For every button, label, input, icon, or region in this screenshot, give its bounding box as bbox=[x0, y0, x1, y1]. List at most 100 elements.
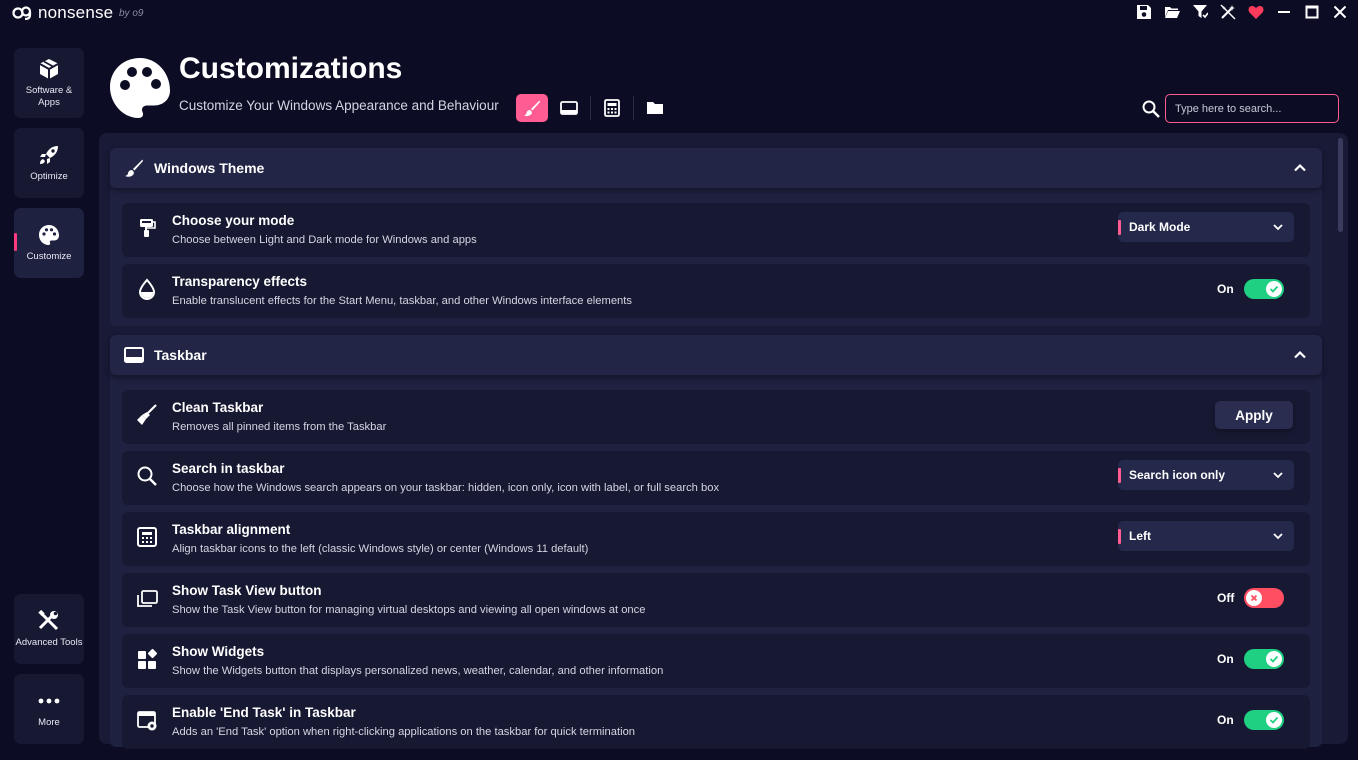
save-icon bbox=[1137, 5, 1151, 19]
setting-row-widgets: Show Widgets Show the Widgets button tha… bbox=[122, 634, 1310, 688]
open-button[interactable] bbox=[1158, 1, 1186, 23]
package-icon bbox=[39, 59, 59, 79]
setting-title: Show Task View button bbox=[172, 583, 322, 598]
section-title: Taskbar bbox=[154, 347, 207, 363]
end-task-toggle[interactable] bbox=[1244, 710, 1284, 730]
brush-icon bbox=[125, 159, 143, 177]
widgets-toggle[interactable] bbox=[1244, 649, 1284, 669]
search-mode-dropdown[interactable]: Search icon only bbox=[1118, 460, 1294, 490]
close-button[interactable] bbox=[1326, 1, 1354, 23]
nav-label: Advanced Tools bbox=[15, 637, 83, 648]
water-drop-icon bbox=[138, 278, 156, 300]
dropdown-accent bbox=[1118, 528, 1121, 544]
check-icon bbox=[1269, 655, 1279, 663]
donate-button[interactable] bbox=[1242, 1, 1270, 23]
page-title: Customizations bbox=[179, 52, 403, 85]
toggle-state-label: Off bbox=[1217, 591, 1235, 605]
toggle-state-label: On bbox=[1217, 652, 1234, 666]
toggle-knob bbox=[1266, 712, 1282, 728]
tab-start-menu[interactable] bbox=[596, 94, 628, 122]
tab-file-explorer[interactable] bbox=[639, 94, 671, 122]
setting-title: Taskbar alignment bbox=[172, 522, 291, 537]
setting-row-transparency: Transparency effects Enable translucent … bbox=[122, 264, 1310, 318]
nav-label: Software & Apps bbox=[25, 85, 73, 108]
alignment-dropdown[interactable]: Left bbox=[1118, 521, 1294, 551]
nav-label: Customize bbox=[26, 251, 72, 262]
minimize-icon bbox=[1278, 11, 1290, 13]
nav-customize[interactable]: Customize bbox=[14, 208, 84, 278]
nav-software-apps[interactable]: Software & Apps bbox=[14, 48, 84, 118]
nav-more[interactable]: More bbox=[14, 674, 84, 744]
setting-description: Adds an 'End Task' option when right-cli… bbox=[172, 726, 636, 738]
auto-fix-button[interactable] bbox=[1214, 1, 1242, 23]
section-header-windows-theme[interactable]: Windows Theme bbox=[110, 148, 1322, 188]
search-icon bbox=[1142, 100, 1160, 118]
setting-description: Align taskbar icons to the left (classic… bbox=[172, 543, 589, 555]
setting-description: Enable translucent effects for the Start… bbox=[172, 295, 632, 307]
x-icon bbox=[1250, 594, 1258, 602]
tab-separator bbox=[590, 96, 591, 120]
setting-description: Choose between Light and Dark mode for W… bbox=[172, 234, 477, 246]
titlebar-actions bbox=[1130, 0, 1354, 24]
nav-optimize[interactable]: Optimize bbox=[14, 128, 84, 198]
setting-title: Show Widgets bbox=[172, 644, 265, 659]
app-author: by o9 bbox=[119, 8, 144, 19]
section-header-taskbar[interactable]: Taskbar bbox=[110, 335, 1322, 375]
scrollbar-thumb[interactable] bbox=[1338, 138, 1343, 232]
toggle-state-label: On bbox=[1217, 713, 1234, 727]
minimize-button[interactable] bbox=[1270, 1, 1298, 23]
nav-advanced-tools[interactable]: Advanced Tools bbox=[14, 594, 84, 664]
task-view-toggle[interactable] bbox=[1244, 588, 1284, 608]
mode-dropdown[interactable]: Dark Mode bbox=[1118, 212, 1294, 242]
setting-title: Choose your mode bbox=[172, 213, 295, 228]
toggle-state-label: On bbox=[1217, 282, 1234, 296]
calculator-icon bbox=[137, 527, 157, 547]
tab-taskbar[interactable] bbox=[553, 94, 585, 122]
close-icon bbox=[1333, 5, 1347, 19]
brush-icon bbox=[524, 100, 540, 117]
filter-button[interactable] bbox=[1186, 1, 1214, 23]
section-title: Windows Theme bbox=[154, 160, 265, 176]
setting-description: Removes all pinned items from the Taskba… bbox=[172, 421, 387, 433]
folder-icon bbox=[647, 102, 663, 114]
setting-description: Show the Widgets button that displays pe… bbox=[172, 665, 664, 677]
tab-windows-theme[interactable] bbox=[516, 94, 548, 122]
toggle-knob bbox=[1266, 281, 1282, 297]
category-tabs bbox=[516, 94, 676, 122]
task-view-toggle-group: Off bbox=[1217, 588, 1284, 608]
nav-label: Optimize bbox=[30, 171, 68, 182]
chevron-up-icon[interactable] bbox=[1292, 160, 1308, 176]
setting-row-end-task: Enable 'End Task' in Taskbar Adds an 'En… bbox=[122, 695, 1310, 749]
widgets-toggle-group: On bbox=[1217, 649, 1284, 669]
title-bar: nonsense by o9 bbox=[0, 0, 1358, 26]
more-icon bbox=[38, 698, 60, 704]
nav-label: More bbox=[38, 717, 60, 728]
paint-roller-icon bbox=[140, 219, 156, 237]
widgets-icon bbox=[138, 648, 158, 669]
maximize-icon bbox=[1305, 5, 1319, 19]
setting-row-clean-taskbar: Clean Taskbar Removes all pinned items f… bbox=[122, 390, 1310, 444]
setting-title: Enable 'End Task' in Taskbar bbox=[172, 705, 356, 720]
end-task-toggle-group: On bbox=[1217, 710, 1284, 730]
dropdown-accent bbox=[1118, 467, 1121, 483]
taskbar-icon bbox=[124, 347, 144, 363]
search-icon bbox=[137, 466, 157, 486]
setting-description: Choose how the Windows search appears on… bbox=[172, 482, 720, 494]
tools-icon bbox=[38, 609, 59, 631]
setting-row-taskbar-alignment: Taskbar alignment Align taskbar icons to… bbox=[122, 512, 1310, 566]
taskbar-icon bbox=[560, 101, 578, 115]
dropdown-value: Left bbox=[1129, 529, 1151, 543]
page-subtitle: Customize Your Windows Appearance and Be… bbox=[179, 98, 499, 113]
maximize-button[interactable] bbox=[1298, 1, 1326, 23]
setting-description: Show the Task View button for managing v… bbox=[172, 604, 646, 616]
search-input[interactable] bbox=[1165, 94, 1339, 123]
save-button[interactable] bbox=[1130, 1, 1158, 23]
apply-button[interactable]: Apply bbox=[1215, 401, 1293, 429]
calculator-icon bbox=[604, 99, 620, 117]
chevron-up-icon[interactable] bbox=[1292, 347, 1308, 363]
dropdown-value: Dark Mode bbox=[1129, 220, 1191, 234]
chevron-down-icon bbox=[1273, 224, 1283, 231]
rocket-icon bbox=[40, 146, 58, 164]
transparency-toggle[interactable] bbox=[1244, 279, 1284, 299]
setting-title: Clean Taskbar bbox=[172, 400, 264, 415]
